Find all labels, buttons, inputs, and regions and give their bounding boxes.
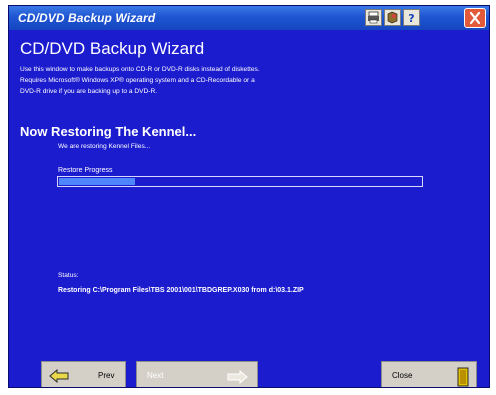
question-icon[interactable]: ? <box>403 9 420 26</box>
description-line: DVD-R drive if you are backing up to a D… <box>20 88 158 95</box>
wizard-description: Use this window to make backups onto CD-… <box>20 64 440 97</box>
exit-door-icon <box>457 367 469 387</box>
status-label: Status: <box>58 272 79 279</box>
prev-button[interactable]: Prev <box>41 361 126 387</box>
back-arrow-icon <box>49 369 69 383</box>
next-button-label: Next <box>147 371 164 380</box>
close-button-label: Close <box>392 371 413 380</box>
help-icon[interactable] <box>384 9 401 26</box>
prev-button-label: Prev <box>98 371 115 380</box>
next-button[interactable]: Next <box>136 361 258 387</box>
close-window-button[interactable] <box>464 8 486 28</box>
window-title: CD/DVD Backup Wizard <box>18 11 156 25</box>
wizard-heading: CD/DVD Backup Wizard <box>20 39 205 58</box>
progress-fill <box>59 178 135 185</box>
wizard-window: CD/DVD Backup Wizard ? CD/DVD Backup Wiz… <box>8 5 490 388</box>
description-line: Requires Microsoft® Windows XP® operatin… <box>20 77 255 84</box>
close-icon <box>469 11 481 25</box>
description-line: Use this window to make backups onto CD-… <box>20 66 260 73</box>
restore-heading: Now Restoring The Kennel... <box>20 124 197 139</box>
progress-label: Restore Progress <box>58 167 113 174</box>
forward-arrow-icon <box>227 370 248 384</box>
status-text: Restoring C:\Program Files\TBS 2001\001\… <box>58 287 304 294</box>
title-bar[interactable]: CD/DVD Backup Wizard ? <box>9 6 489 30</box>
svg-text:?: ? <box>408 12 414 25</box>
restore-message: We are restoring Kennel Files... <box>58 143 151 150</box>
restore-progress-bar <box>57 176 423 187</box>
close-button[interactable]: Close <box>381 361 477 387</box>
printer-icon[interactable] <box>365 9 382 26</box>
